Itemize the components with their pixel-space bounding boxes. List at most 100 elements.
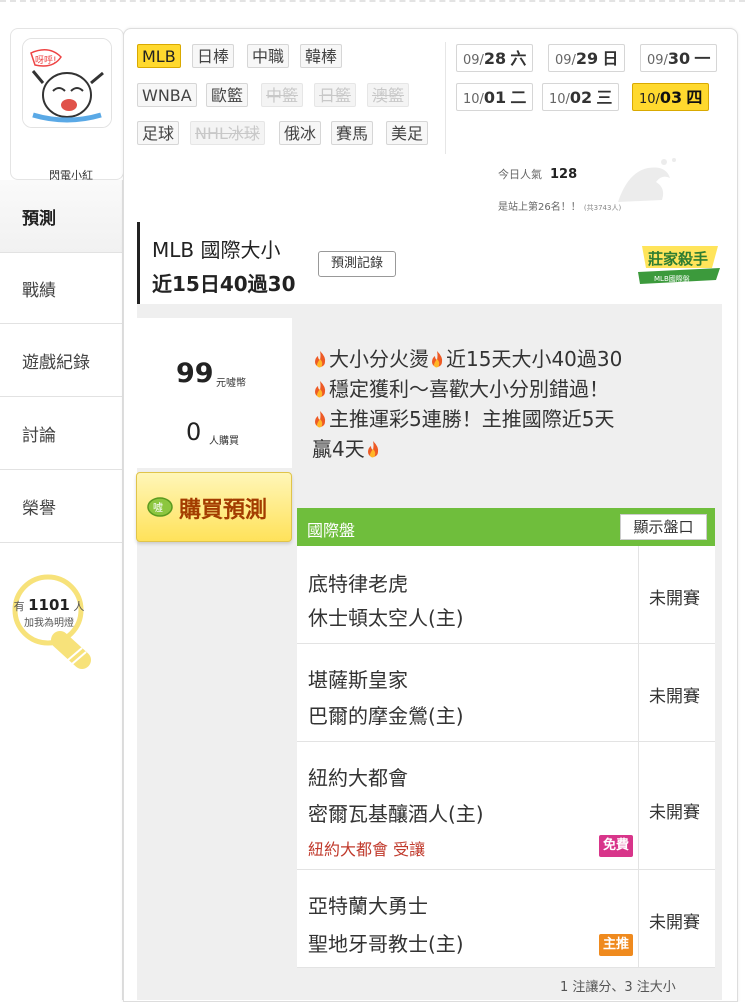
- today-popularity: 今日人氣 128: [498, 166, 577, 182]
- nav-item-prediction[interactable]: 預測: [0, 180, 123, 252]
- fire-icon: [367, 441, 378, 458]
- date-weekday: 四: [686, 88, 703, 107]
- nav-item-label: 討論: [22, 426, 56, 446]
- buyer-count: 0: [186, 418, 202, 446]
- category-horse-racing[interactable]: 賽馬: [331, 121, 374, 145]
- game-status: 未開賽: [649, 803, 700, 823]
- date-weekday: 一: [694, 49, 711, 68]
- nav-item-label: 榮譽: [22, 499, 56, 519]
- category-wnba[interactable]: WNBA: [137, 83, 197, 107]
- away-team: 紐約大都會: [308, 766, 408, 790]
- category-aus-basketball: 澳籃: [367, 83, 410, 107]
- description-line: 穩定獲利～喜歡大小分別錯過！: [312, 374, 712, 404]
- description-line: 大小分火燙 近15天大小40過30: [312, 344, 712, 374]
- fire-icon: [432, 351, 443, 368]
- nav-item-record[interactable]: 戰績: [0, 252, 123, 324]
- prediction-description: 大小分火燙 近15天大小40過30 穩定獲利～喜歡大小分別錯過！ 主推運彩5連勝！…: [312, 344, 712, 464]
- boo-coin-text: 噓: [153, 501, 163, 514]
- date-month: 10/: [463, 92, 484, 107]
- date-month: 09/: [647, 53, 668, 68]
- category-nhl: NHL冰球: [190, 121, 265, 145]
- fan-count: 有 1101 人: [9, 596, 89, 614]
- away-team: 堪薩斯皇家: [308, 668, 408, 692]
- date-1003[interactable]: 10/03 四: [632, 83, 710, 111]
- header-divider: [445, 42, 446, 154]
- home-team: 巴爾的摩金鶯(主): [308, 704, 464, 728]
- category-mlb[interactable]: MLB: [137, 44, 181, 68]
- date-weekday: 二: [510, 88, 527, 107]
- avatar-text: 呀呼!: [35, 55, 57, 66]
- nav-item-label: 預測: [22, 208, 56, 229]
- away-team: 底特律老虎: [308, 572, 408, 596]
- category-khl[interactable]: 俄冰: [279, 121, 322, 145]
- description-line: 贏4天: [312, 434, 712, 464]
- description-text: 近15天大小40過30: [446, 347, 623, 371]
- handicap-note: 紐約大都會 受讓: [308, 840, 426, 859]
- show-odds-button[interactable]: 顯示盤口: [620, 514, 707, 540]
- description-text: 贏4天: [312, 437, 365, 461]
- fire-icon: [315, 351, 326, 368]
- category-kbo[interactable]: 韓棒: [300, 44, 343, 68]
- main-pick-badge: 主推: [599, 934, 634, 956]
- date-month: 10/: [639, 92, 660, 107]
- game-row: 底特律老虎 休士頓太空人(主) 未開賽: [297, 546, 715, 644]
- free-badge: 免費: [599, 835, 634, 857]
- fire-icon: [315, 381, 326, 398]
- description-text: 主推運彩5連勝！主推國際近5天: [329, 407, 615, 431]
- description-line: 主推運彩5連勝！主推國際近5天: [312, 404, 712, 434]
- home-team: 聖地牙哥教士(主): [308, 932, 464, 956]
- away-team: 亞特蘭大勇士: [308, 894, 428, 918]
- date-month: 09/: [555, 53, 576, 68]
- fan-prefix: 有: [13, 600, 25, 613]
- buyer-unit: 人購買: [209, 436, 239, 447]
- date-day: 29: [575, 49, 599, 68]
- date-month: 09/: [463, 53, 484, 68]
- category-npb[interactable]: 日棒: [192, 44, 235, 68]
- prediction-title: MLB 國際大小: [152, 238, 281, 262]
- games-header-title: 國際盤: [307, 521, 356, 540]
- avatar-illustration-icon: 呀呼!: [23, 39, 111, 127]
- buy-prediction-label[interactable]: 購買預測: [179, 492, 267, 524]
- nav-item-label: 戰績: [22, 280, 56, 301]
- category-cpbl[interactable]: 中職: [247, 44, 290, 68]
- sidebar: 呀呼! 閃電小紅 預測 戰績 遊戲紀錄 討論 榮譽 有 1101 人 加我為明燈: [0, 0, 124, 1000]
- avatar[interactable]: 呀呼!: [22, 38, 112, 128]
- date-day: 03: [659, 88, 683, 107]
- boo-coin-icon: 噓: [147, 497, 173, 517]
- bet-summary: 1 注讓分、3 注大小: [560, 980, 676, 995]
- date-0929[interactable]: 09/29 日: [548, 44, 626, 72]
- price-value: 99: [176, 358, 214, 389]
- site-rank: 是站上第26名！！ (共3743人): [498, 198, 621, 213]
- date-day: 28: [483, 49, 507, 68]
- badge-title: 莊家殺手: [648, 250, 708, 268]
- rank-total: (共3743人): [583, 204, 622, 212]
- follow-caption[interactable]: 加我為明燈: [9, 614, 89, 629]
- date-1001[interactable]: 10/01 二: [456, 83, 534, 111]
- date-month: 10/: [549, 92, 570, 107]
- home-team: 密爾瓦基釀酒人(主): [308, 802, 484, 826]
- description-text: 大小分火燙: [329, 347, 429, 371]
- rank-text: 是站上第26名！！: [498, 202, 581, 213]
- category-euro-basketball[interactable]: 歐籃: [206, 83, 249, 107]
- bookie-killer-badge-icon: 莊家殺手 MLB國際盤: [638, 246, 720, 284]
- nav-item-honor[interactable]: 榮譽: [0, 471, 123, 543]
- date-weekday: 三: [596, 88, 613, 107]
- nav-item-game-log[interactable]: 遊戲紀錄: [0, 325, 123, 397]
- profile-card[interactable]: 呀呼! 閃電小紅: [10, 28, 124, 182]
- category-american-football[interactable]: 美足: [386, 121, 429, 145]
- badge-subtitle: MLB國際盤: [654, 274, 690, 283]
- date-day: 02: [569, 88, 593, 107]
- date-0930[interactable]: 09/30 一: [640, 44, 718, 72]
- date-day: 30: [667, 49, 691, 68]
- prediction-record-button[interactable]: 預測記錄: [318, 251, 396, 277]
- date-0928[interactable]: 09/28 六: [456, 44, 534, 72]
- category-soccer[interactable]: 足球: [137, 121, 180, 145]
- popularity-label: 今日人氣: [498, 168, 542, 181]
- prediction-subtitle: 近15日40過30: [152, 272, 296, 296]
- date-1002[interactable]: 10/02 三: [542, 83, 620, 111]
- date-weekday: 日: [602, 49, 619, 68]
- game-row: 亞特蘭大勇士 聖地牙哥教士(主) 主推 未開賽: [297, 870, 715, 968]
- description-text: 穩定獲利～喜歡大小分別錯過！: [329, 377, 609, 401]
- game-row: 堪薩斯皇家 巴爾的摩金鶯(主) 未開賽: [297, 644, 715, 742]
- nav-item-discussion[interactable]: 討論: [0, 398, 123, 470]
